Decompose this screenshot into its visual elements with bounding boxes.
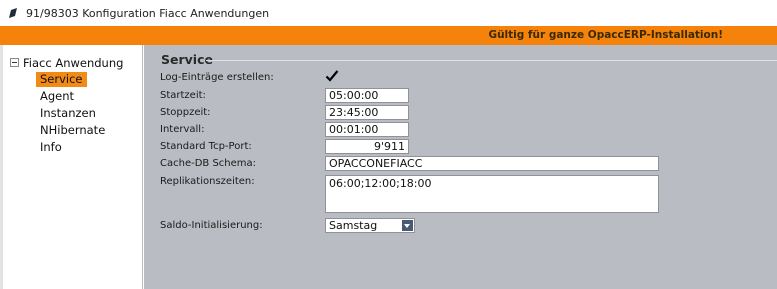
service-panel: Service Log-Einträge erstellen: Startzei… <box>144 45 777 289</box>
log-entries-checkbox[interactable] <box>325 69 339 83</box>
collapse-icon[interactable] <box>10 58 19 67</box>
saldo-init-label: Saldo-Initialisierung: <box>160 220 263 231</box>
title-bar: 91/98303 Konfiguration Fiacc Anwendungen <box>0 0 777 26</box>
replication-times-textarea[interactable]: 06:00;12:00;18:00 <box>325 175 659 213</box>
cache-schema-input[interactable]: OPACCONEFIACC <box>325 156 659 171</box>
tcp-port-input[interactable]: 9'911 <box>325 139 409 154</box>
start-time-label: Startzeit: <box>160 90 206 101</box>
stop-time-input[interactable]: 23:45:00 <box>325 105 409 120</box>
tree-item-nhibernate[interactable]: NHibernate <box>36 123 109 138</box>
banner-text: Gültig für ganze OpaccERP-Installation! <box>488 29 723 41</box>
tree-item-service[interactable]: Service <box>36 72 87 87</box>
interval-label: Intervall: <box>160 124 205 135</box>
window-title: 91/98303 Konfiguration Fiacc Anwendungen <box>26 7 270 20</box>
section-divider <box>206 60 777 61</box>
log-entries-label: Log-Einträge erstellen: <box>160 72 274 83</box>
scope-banner: Gültig für ganze OpaccERP-Installation! <box>0 26 777 45</box>
stop-time-label: Stoppzeit: <box>160 107 211 118</box>
cache-schema-label: Cache-DB Schema: <box>160 158 257 169</box>
chevron-down-icon[interactable] <box>402 220 413 231</box>
interval-input[interactable]: 00:01:00 <box>325 122 409 137</box>
navigation-tree: Fiacc Anwendung Service Agent Instanzen … <box>0 45 143 289</box>
tree-item-agent[interactable]: Agent <box>36 89 78 104</box>
tree-item-instanzen[interactable]: Instanzen <box>36 106 100 121</box>
saldo-init-select[interactable]: Samstag <box>325 218 415 233</box>
tcp-port-label: Standard Tcp-Port: <box>160 141 252 152</box>
saldo-init-value: Samstag <box>329 219 378 232</box>
tree-root-label[interactable]: Fiacc Anwendung <box>23 56 123 70</box>
start-time-input[interactable]: 05:00:00 <box>325 88 409 103</box>
app-icon <box>9 8 17 18</box>
replication-times-label: Replikationszeiten: <box>160 176 255 187</box>
tree-item-info[interactable]: Info <box>36 140 66 155</box>
